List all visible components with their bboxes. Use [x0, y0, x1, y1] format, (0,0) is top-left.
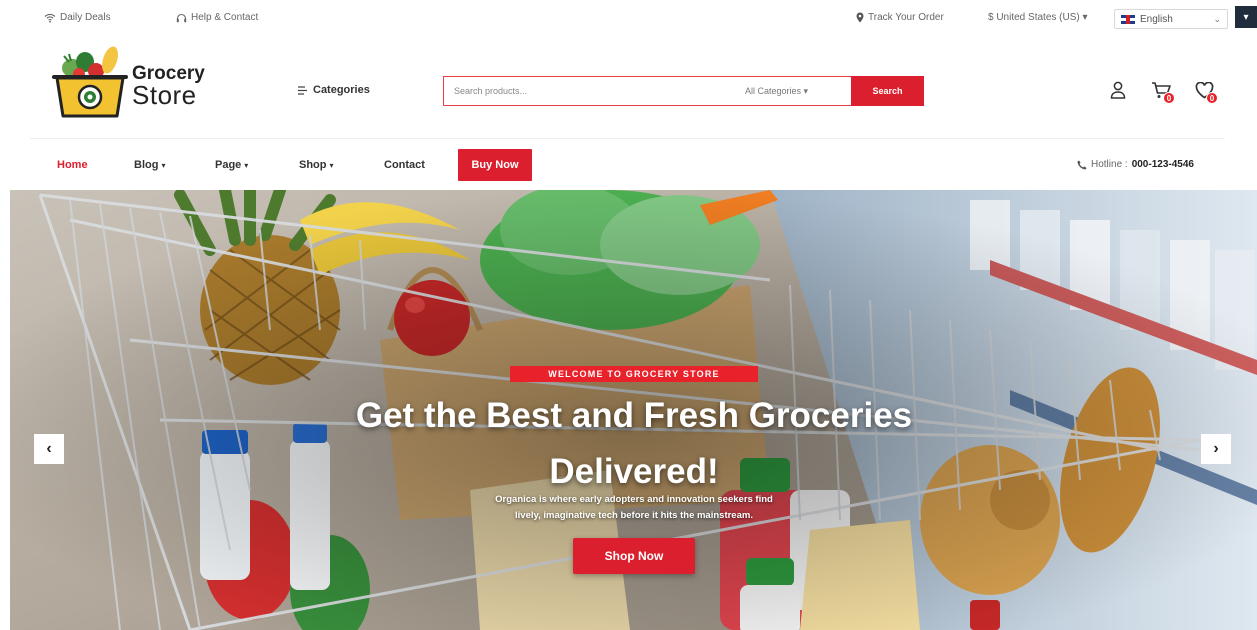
search-button-label: Search — [872, 86, 903, 96]
nav-item-home[interactable]: Home — [57, 159, 88, 171]
user-icon — [1110, 81, 1126, 99]
shop-now-label: Shop Now — [604, 549, 664, 563]
chevron-right-icon: › — [1213, 440, 1219, 457]
daily-deals-label: Daily Deals — [60, 12, 111, 23]
shop-now-button[interactable]: Shop Now — [573, 538, 695, 574]
track-order-label: Track Your Order — [868, 12, 944, 23]
map-pin-icon — [856, 12, 864, 23]
currency-select[interactable]: $ United States (US) ▾ — [988, 12, 1088, 23]
corner-chevron-button[interactable]: ▾ — [1235, 6, 1257, 28]
wishlist-button[interactable]: 0 — [1192, 78, 1218, 104]
uk-flag-icon — [1121, 14, 1135, 24]
wifi-icon — [44, 13, 56, 23]
categories-toggle[interactable]: Categories — [298, 84, 370, 96]
search-category-select[interactable]: All Categories ▾ — [745, 76, 851, 106]
language-select[interactable]: English ⌄ — [1114, 9, 1228, 29]
nav-label-contact: Contact — [384, 159, 425, 171]
daily-deals-link[interactable]: Daily Deals — [44, 12, 111, 23]
help-contact-link[interactable]: Help & Contact — [176, 12, 258, 23]
hotline: Hotline : 000-123-4546 — [1077, 159, 1194, 170]
hero-tagline-badge: WELCOME TO GROCERY STORE — [510, 366, 758, 382]
menu-lines-icon — [298, 85, 307, 95]
header-actions: 0 0 — [1106, 78, 1218, 104]
nav-item-shop[interactable]: Shop ▾ — [299, 159, 334, 171]
hero-description: Organica is where early adopters and inn… — [444, 492, 824, 524]
headphones-icon — [176, 13, 187, 22]
hero-title-line-1: Get the Best and Fresh Groceries — [355, 396, 913, 435]
hero-description-line-2: lively, imaginative tech before it hits … — [515, 510, 753, 521]
nav-label-shop: Shop — [299, 159, 327, 171]
hero-content: WELCOME TO GROCERY STORE Get the Best an… — [10, 190, 1257, 630]
categories-label: Categories — [313, 84, 370, 96]
slider-prev-button[interactable]: ‹ — [34, 434, 64, 464]
search-button[interactable]: Search — [851, 76, 924, 106]
nav-label-page: Page — [215, 159, 242, 171]
language-label: English — [1140, 13, 1173, 25]
header-divider — [30, 138, 1225, 139]
cart-button[interactable]: 0 — [1149, 78, 1175, 104]
chevron-down-icon: ▾ — [1243, 11, 1249, 23]
nav-item-blog[interactable]: Blog ▾ — [134, 159, 165, 171]
track-order-link[interactable]: Track Your Order — [856, 12, 944, 23]
hero-tagline-text: WELCOME TO GROCERY STORE — [548, 369, 720, 379]
chevron-down-icon: ▾ — [244, 160, 249, 170]
search-form: Search products... All Categories ▾ Sear… — [443, 76, 924, 106]
search-category-label: All Categories ▾ — [745, 85, 809, 96]
nav-label-blog: Blog — [134, 159, 159, 171]
buy-now-label: Buy Now — [471, 159, 519, 171]
account-button[interactable] — [1106, 78, 1130, 102]
nav-item-contact[interactable]: Contact — [384, 159, 425, 171]
hotline-label: Hotline : — [1091, 159, 1128, 170]
site-logo[interactable]: Grocery Store — [52, 46, 212, 118]
nav-item-page[interactable]: Page ▾ — [215, 159, 248, 171]
search-placeholder: Search products... — [454, 86, 528, 96]
search-input[interactable]: Search products... — [443, 76, 745, 106]
chevron-down-icon: ▾ — [161, 160, 166, 170]
logo-line-2: Store — [132, 80, 197, 110]
help-contact-label: Help & Contact — [191, 12, 259, 23]
nav-label-home: Home — [57, 159, 88, 171]
chevron-down-icon: ⌄ — [1213, 13, 1221, 24]
cart-count-badge: 0 — [1163, 92, 1175, 104]
main-nav: Home Blog ▾ Page ▾ Shop ▾ Contact Buy No… — [0, 148, 1257, 184]
phone-icon — [1077, 160, 1087, 169]
hero-description-line-1: Organica is where early adopters and inn… — [495, 494, 773, 505]
top-utility-bar: Daily Deals Help & Contact Track Your Or… — [0, 0, 1257, 38]
hero-slider: WELCOME TO GROCERY STORE Get the Best an… — [10, 190, 1257, 630]
chevron-left-icon: ‹ — [46, 440, 52, 457]
grocery-basket-logo-icon — [52, 46, 128, 118]
hotline-number: 000-123-4546 — [1131, 159, 1194, 170]
slider-next-button[interactable]: › — [1201, 434, 1231, 464]
logo-text: Grocery Store — [132, 64, 205, 108]
chevron-down-icon: ▾ — [329, 160, 334, 170]
currency-label: $ United States (US) ▾ — [988, 12, 1088, 23]
buy-now-button[interactable]: Buy Now — [458, 149, 532, 181]
wishlist-count-badge: 0 — [1206, 92, 1218, 104]
hero-title: Get the Best and Fresh Groceries Deliver… — [234, 388, 1034, 500]
